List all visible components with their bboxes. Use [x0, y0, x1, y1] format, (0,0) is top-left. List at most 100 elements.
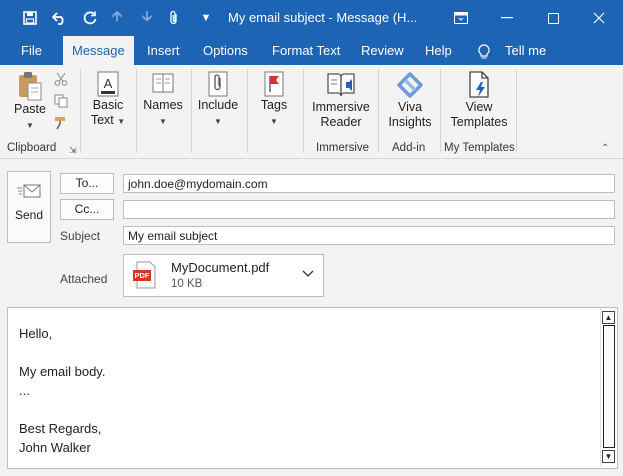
immersive-reader-icon [327, 73, 355, 97]
tab-file[interactable]: File [21, 36, 42, 65]
title-bar: 🡱 🡳 ▼ My email subject - Message (H... [0, 0, 623, 36]
attach-paperclip-icon[interactable] [165, 0, 183, 36]
group-label-immersive: Immersive [316, 142, 370, 154]
cc-field[interactable] [123, 200, 615, 219]
include-button[interactable]: Include ▼ [196, 70, 240, 129]
body-line: Hello, [19, 326, 53, 341]
cc-button[interactable]: Cc... [60, 199, 114, 220]
include-label: Include [197, 98, 239, 112]
format-painter-icon[interactable] [54, 116, 68, 133]
view-templates-button[interactable]: View Templates [447, 70, 511, 130]
group-label-clipboard: Clipboard [7, 142, 57, 154]
tab-help[interactable]: Help [425, 36, 452, 65]
address-book-icon [152, 73, 174, 93]
divider [516, 69, 517, 153]
divider [378, 69, 379, 153]
view-templates-label-2: Templates [450, 115, 508, 129]
paste-button[interactable]: Paste ▼ [10, 70, 50, 133]
clipboard-icon [19, 72, 42, 101]
arrow-down-icon[interactable]: 🡳 [138, 0, 156, 36]
scroll-thumb[interactable] [603, 325, 615, 448]
lightbulb-icon[interactable] [478, 36, 490, 65]
send-label: Send [14, 208, 44, 222]
tags-label: Tags [260, 98, 288, 112]
group-label-addin: Add-in [392, 142, 426, 154]
body-line: Best Regards, [19, 421, 102, 436]
divider [440, 69, 441, 153]
svg-text:A: A [104, 76, 113, 91]
view-templates-label-1: View [465, 100, 493, 114]
ribbon-tabs: File Message Insert Options Format Text … [0, 36, 623, 65]
viva-insights-label-1: Viva [397, 100, 423, 114]
ribbon: Paste ▼ Clipboard ⇲ A Basic Text ▼ Names… [0, 65, 623, 159]
divider [80, 69, 81, 153]
undo-icon[interactable] [50, 0, 70, 36]
tab-format-text[interactable]: Format Text [272, 36, 340, 65]
chevron-down-icon: ▼ [270, 117, 278, 126]
maximize-button[interactable] [530, 0, 576, 36]
cut-icon[interactable] [54, 72, 68, 89]
basic-text-label-1: Basic [92, 98, 124, 112]
save-icon[interactable] [20, 0, 40, 36]
attached-label: Attached [60, 272, 108, 286]
copy-icon[interactable] [54, 94, 68, 111]
tab-message[interactable]: Message [63, 36, 134, 65]
immersive-reader-label-1: Immersive [312, 100, 370, 114]
send-button[interactable]: Send [7, 171, 51, 243]
chevron-down-icon: ▼ [117, 117, 126, 126]
tab-review[interactable]: Review [361, 36, 404, 65]
minimize-button[interactable] [484, 0, 530, 36]
body-line: John Walker [19, 440, 91, 455]
names-button[interactable]: Names ▼ [142, 70, 184, 129]
chevron-down-icon[interactable] [302, 267, 314, 281]
viva-insights-icon [397, 72, 423, 98]
chevron-down-icon: ▼ [159, 117, 167, 126]
vertical-scrollbar[interactable]: ▲ ▼ [600, 308, 617, 466]
ribbon-display-options-icon[interactable] [438, 0, 484, 36]
tell-me-search[interactable]: Tell me [505, 36, 546, 65]
basic-text-label-2: Text [90, 113, 114, 127]
divider [136, 69, 137, 153]
window-title: My email subject - Message (H... [228, 10, 418, 25]
basic-text-button[interactable]: A Basic Text ▼ [87, 70, 129, 129]
divider [191, 69, 192, 153]
redo-icon[interactable] [80, 0, 100, 36]
subject-label: Subject [60, 229, 101, 243]
close-button[interactable] [576, 0, 622, 36]
tags-button[interactable]: Tags ▼ [253, 70, 295, 129]
scroll-up-button[interactable]: ▲ [602, 311, 615, 324]
flag-icon [264, 71, 284, 97]
body-line: My email body. [19, 364, 106, 379]
to-field[interactable]: john.doe@mydomain.com [123, 174, 615, 193]
pdf-badge: PDF [134, 271, 150, 280]
subject-field[interactable]: My email subject [123, 226, 615, 245]
templates-icon [469, 71, 489, 98]
send-envelope-icon [17, 184, 41, 198]
viva-insights-label-2: Insights [388, 115, 432, 129]
divider [303, 69, 304, 153]
dialog-launcher-icon[interactable]: ⇲ [69, 145, 77, 156]
attachment-name: MyDocument.pdf [171, 260, 270, 275]
chevron-down-icon: ▼ [26, 121, 34, 130]
arrow-up-icon[interactable]: 🡱 [108, 0, 126, 36]
scroll-down-button[interactable]: ▼ [602, 450, 615, 463]
chevron-down-icon: ▼ [214, 117, 222, 126]
font-color-icon: A [97, 71, 119, 97]
message-body[interactable]: Hello, My email body. ... Best Regards, … [7, 307, 618, 469]
collapse-ribbon-icon[interactable]: ⌃ [601, 143, 609, 154]
to-button[interactable]: To... [60, 173, 114, 194]
viva-insights-button[interactable]: Viva Insights [383, 70, 437, 130]
group-label-my-templates: My Templates [444, 142, 515, 154]
immersive-reader-button[interactable]: Immersive Reader [308, 70, 374, 130]
customize-quick-access-icon[interactable]: ▼ [198, 0, 214, 36]
compose-header: Send To... john.doe@mydomain.com Cc... S… [0, 159, 623, 305]
paperclip-icon [208, 71, 228, 97]
names-label: Names [143, 98, 183, 112]
body-line: ... [19, 383, 30, 398]
paste-label: Paste [14, 102, 46, 116]
immersive-reader-label-2: Reader [320, 115, 362, 129]
divider [247, 69, 248, 153]
attachment-card[interactable]: PDF MyDocument.pdf 10 KB [123, 254, 324, 297]
tab-insert[interactable]: Insert [147, 36, 180, 65]
tab-options[interactable]: Options [203, 36, 248, 65]
